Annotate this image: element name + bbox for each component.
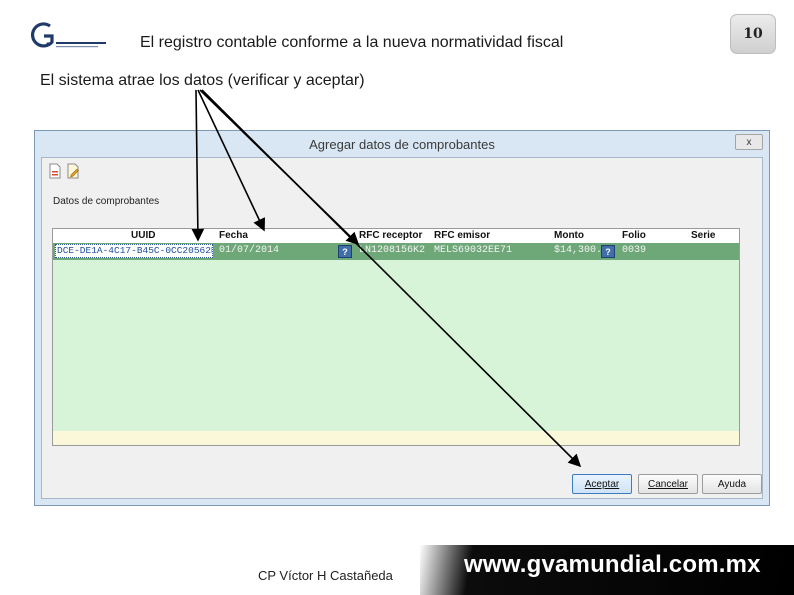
company-logo [30,22,106,48]
fecha-cell[interactable]: 01/07/2014 [219,245,279,256]
cancel-button[interactable]: Cancelar [638,474,698,494]
table-row[interactable]: DCE-DE1A-4C17-B45C-0CC20562DC45 01/07/20… [53,243,739,260]
rfc-emisor-cell[interactable]: MELS69032EE71 [434,245,512,256]
grid-header: UUID Fecha RFC receptor RFC emisor Monto… [53,229,739,243]
close-button[interactable]: x [735,134,763,150]
slide-title: El registro contable conforme a la nueva… [140,34,564,51]
document-icon[interactable] [48,163,62,179]
window-title: Agregar datos de comprobantes [309,137,495,152]
column-header-uuid[interactable]: UUID [131,230,155,241]
edit-document-icon[interactable] [66,163,80,179]
receipts-grid[interactable]: UUID Fecha RFC receptor RFC emisor Monto… [52,228,740,446]
author-name: CP Víctor H Castañeda [258,568,393,583]
folio-cell[interactable]: 0039 [622,245,646,256]
slide-subtitle: El sistema atrae los datos (verificar y … [40,72,365,89]
grid-footer-row [53,431,739,445]
column-header-fecha[interactable]: Fecha [219,230,248,241]
column-header-rfc-receptor[interactable]: RFC receptor [359,230,422,241]
receipts-data-label: Datos de comprobantes [53,196,160,207]
website-url: www.gvamundial.com.mx [464,551,761,578]
page-number-badge: 10 [730,14,776,54]
help-button[interactable]: Ayuda [702,474,762,494]
column-header-folio[interactable]: Folio [622,230,646,241]
accept-button[interactable]: Aceptar [572,474,632,494]
dialog-client-area: Datos de comprobantes UUID Fecha RFC rec… [41,157,763,499]
column-header-rfc-emisor[interactable]: RFC emisor [434,230,490,241]
help-question-icon[interactable]: ? [338,245,352,258]
window-titlebar[interactable]: Agregar datos de comprobantes x [35,131,769,157]
column-header-monto[interactable]: Monto [554,230,584,241]
rfc-receptor-cell[interactable]: LN1208156K2 [359,245,425,256]
column-header-serie[interactable]: Serie [691,230,715,241]
help-question-icon[interactable]: ? [601,245,615,258]
uuid-cell[interactable]: DCE-DE1A-4C17-B45C-0CC20562DC45 [55,244,213,258]
add-receipts-dialog: Agregar datos de comprobantes x Datos de… [34,130,770,506]
